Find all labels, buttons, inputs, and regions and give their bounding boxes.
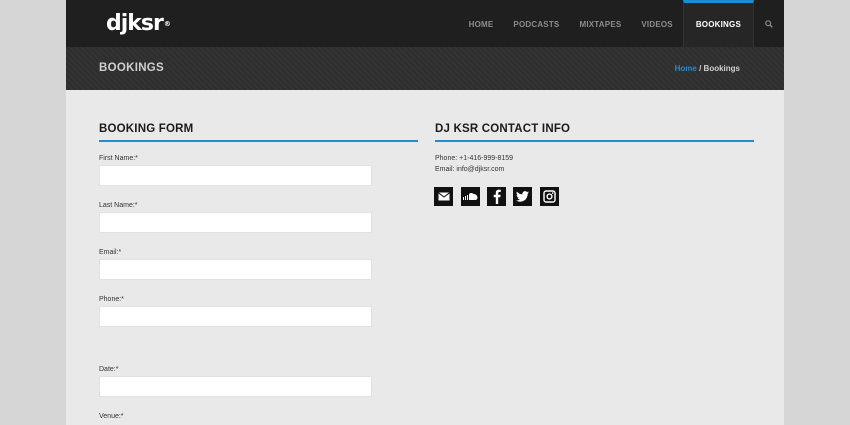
nav-home[interactable]: HOME xyxy=(459,0,504,47)
nav-bookings[interactable]: BOOKINGS xyxy=(682,0,754,47)
instagram-icon xyxy=(543,190,556,203)
twitter-social-button[interactable] xyxy=(513,187,532,206)
email-field[interactable] xyxy=(99,259,372,280)
breadcrumb: Home / Bookings xyxy=(675,64,740,73)
facebook-icon xyxy=(493,189,501,204)
nav-videos[interactable]: VIDEOS xyxy=(631,0,682,47)
breadcrumb-home-link[interactable]: Home xyxy=(675,64,697,73)
booking-form-underline xyxy=(99,140,418,142)
contact-phone: Phone: +1-416-999-8159 xyxy=(435,155,514,162)
page: djksr® HOME PODCASTS MIXTAPES VIDEOS BOO… xyxy=(66,0,784,425)
phone-label: Phone:* xyxy=(99,296,124,303)
page-title: BOOKINGS xyxy=(99,62,165,74)
top-navbar: djksr® HOME PODCASTS MIXTAPES VIDEOS BOO… xyxy=(66,0,784,47)
nav-podcasts[interactable]: PODCASTS xyxy=(503,0,569,47)
email-icon xyxy=(437,192,450,201)
nav-mixtapes[interactable]: MIXTAPES xyxy=(569,0,631,47)
first-name-field[interactable] xyxy=(99,165,372,186)
instagram-social-button[interactable] xyxy=(540,187,559,206)
breadcrumb-current: Bookings xyxy=(703,64,740,73)
soundcloud-social-button[interactable] xyxy=(461,187,480,206)
date-label: Date:* xyxy=(99,366,119,373)
twitter-icon xyxy=(516,191,529,202)
main-nav: HOME PODCASTS MIXTAPES VIDEOS BOOKINGS xyxy=(459,0,784,47)
first-name-label: First Name:* xyxy=(99,155,138,162)
date-field[interactable] xyxy=(99,376,372,397)
last-name-field[interactable] xyxy=(99,212,372,233)
venue-label: Venue:* xyxy=(99,413,124,420)
soundcloud-icon xyxy=(463,193,478,200)
booking-form-heading: BOOKING FORM xyxy=(99,123,194,135)
email-social-button[interactable] xyxy=(434,187,453,206)
search-icon xyxy=(765,19,773,28)
last-name-label: Last Name:* xyxy=(99,202,138,209)
contact-email[interactable]: Email: info@djksr.com xyxy=(435,166,504,173)
email-label: Email:* xyxy=(99,249,122,256)
page-header-bar: BOOKINGS Home / Bookings xyxy=(66,47,784,90)
facebook-social-button[interactable] xyxy=(487,187,506,206)
breadcrumb-separator: / xyxy=(696,64,704,73)
site-logo[interactable]: djksr® xyxy=(106,12,171,36)
contact-info-underline xyxy=(435,140,754,142)
search-button[interactable] xyxy=(754,0,784,47)
phone-field[interactable] xyxy=(99,306,372,327)
contact-info-heading: DJ KSR CONTACT INFO xyxy=(435,123,571,135)
